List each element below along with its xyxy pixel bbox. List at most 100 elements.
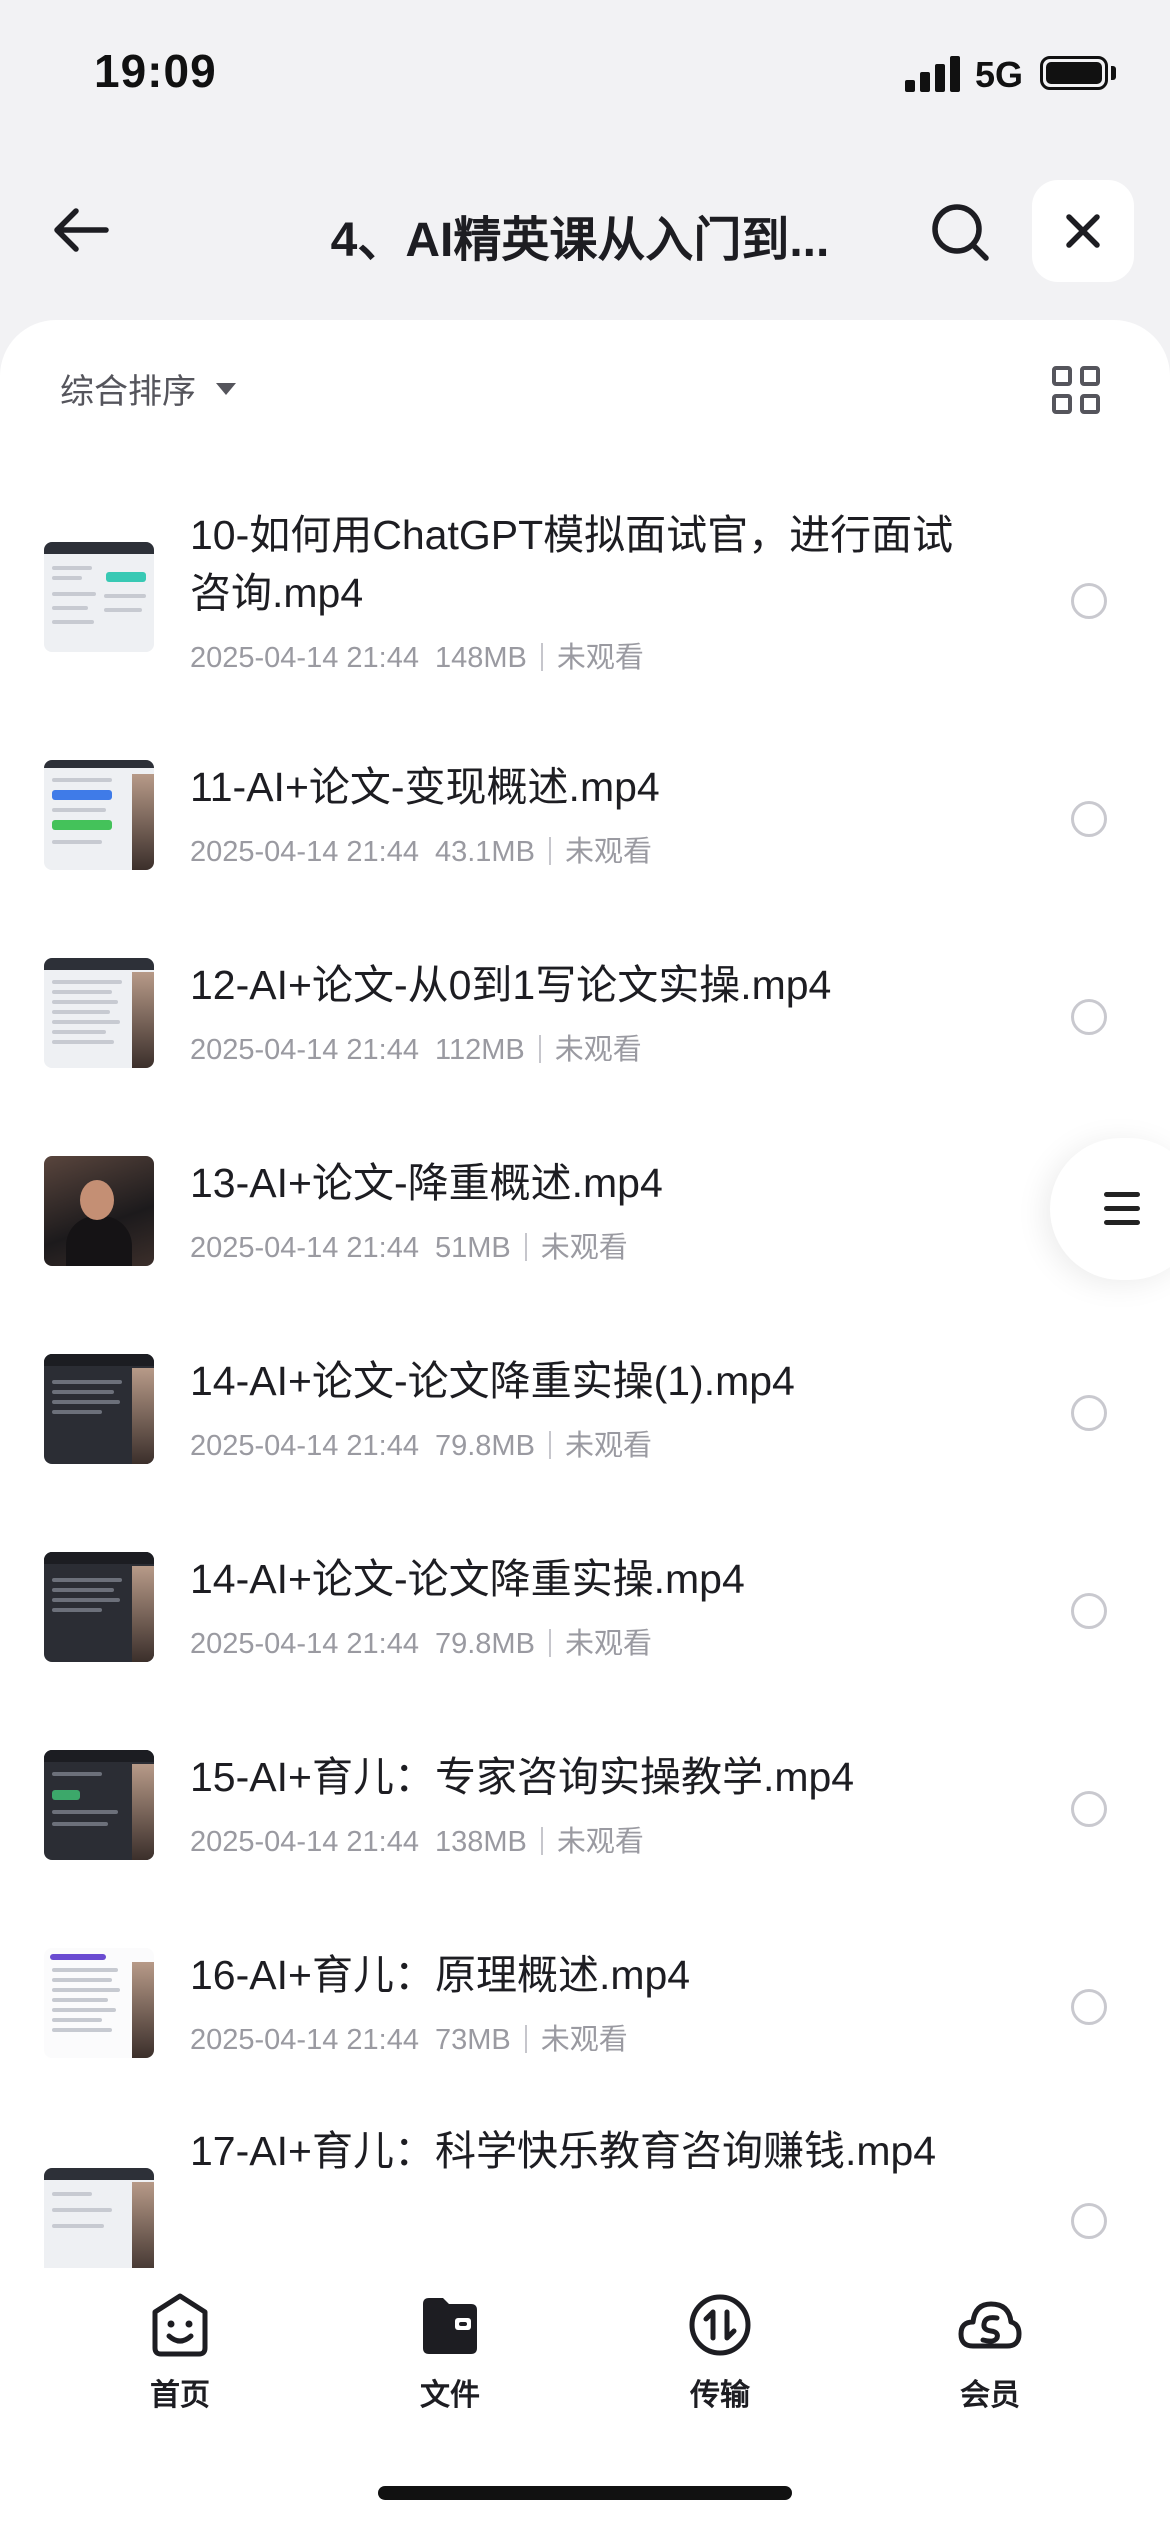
watch-status: 未观看 bbox=[540, 2024, 628, 2056]
file-row[interactable]: 15-AI+育儿：专家咨询实操教学.mp4 2025-04-14 21:44 13… bbox=[0, 1734, 1170, 1932]
file-row[interactable]: 14-AI+论文-论文降重实操(1).mp4 2025-04-14 21:44 7… bbox=[0, 1338, 1170, 1536]
search-button[interactable] bbox=[920, 192, 1000, 272]
network-type: 5G bbox=[975, 54, 1024, 95]
file-date: 2025-04-14 21:44 bbox=[190, 1232, 419, 1264]
close-button[interactable] bbox=[1032, 180, 1134, 282]
file-name: 17-AI+育儿：科学快乐教育咨询赚钱.mp4 bbox=[190, 2128, 937, 2174]
close-icon bbox=[1066, 214, 1100, 248]
file-meta: 2025-04-14 21:44 138MB 未观看 bbox=[190, 1818, 644, 1860]
tab-membership[interactable]: 会员 bbox=[910, 2292, 1070, 2412]
watch-status: 未观看 bbox=[556, 1826, 644, 1858]
watch-status: 未观看 bbox=[540, 1232, 628, 1264]
file-row[interactable]: 12-AI+论文-从0到1写论文实操.mp4 2025-04-14 21:44 1… bbox=[0, 942, 1170, 1140]
file-date: 2025-04-14 21:44 bbox=[190, 1430, 419, 1462]
file-size: 73MB bbox=[434, 2024, 511, 2056]
nav-bar: 4、AI精英课从入门到... bbox=[0, 170, 1170, 290]
video-thumbnail bbox=[44, 760, 154, 870]
file-name: 12-AI+论文-从0到1写论文实操.mp4 bbox=[190, 962, 832, 1008]
back-button[interactable] bbox=[40, 190, 120, 270]
file-date: 2025-04-14 21:44 bbox=[190, 2024, 419, 2056]
file-list: 10-如何用ChatGPT模拟面试官，进行面试咨询.mp4 2025-04-14… bbox=[0, 508, 1170, 2268]
transfer-icon bbox=[689, 2294, 751, 2356]
select-checkbox[interactable] bbox=[1071, 1989, 1107, 2025]
file-row[interactable]: 16-AI+育儿：原理概述.mp4 2025-04-14 21:44 73MB 未观… bbox=[0, 1932, 1170, 2130]
file-row[interactable]: 10-如何用ChatGPT模拟面试官，进行面试咨询.mp4 2025-04-14… bbox=[0, 508, 1170, 706]
video-thumbnail bbox=[44, 1750, 154, 1860]
file-size: 148MB bbox=[434, 642, 527, 674]
status-time: 19:09 bbox=[94, 45, 217, 97]
file-meta: 2025-04-14 21:44 79.8MB 未观看 bbox=[190, 1422, 652, 1464]
watch-status: 未观看 bbox=[564, 1430, 652, 1462]
file-meta: 2025-04-14 21:44 79.8MB 未观看 bbox=[190, 1620, 652, 1662]
select-checkbox[interactable] bbox=[1071, 999, 1107, 1035]
select-checkbox[interactable] bbox=[1071, 1395, 1107, 1431]
signal-icon bbox=[905, 56, 961, 92]
cloud-icon bbox=[958, 2301, 1022, 2349]
file-name: 14-AI+论文-论文降重实操(1).mp4 bbox=[190, 1358, 795, 1404]
watch-status: 未观看 bbox=[554, 1034, 642, 1066]
file-date: 2025-04-14 21:44 bbox=[190, 1628, 419, 1660]
file-size: 112MB bbox=[434, 1034, 525, 1066]
file-size: 43.1MB bbox=[434, 836, 535, 868]
file-size: 79.8MB bbox=[434, 1628, 535, 1660]
select-checkbox[interactable] bbox=[1071, 2203, 1107, 2239]
file-meta: 2025-04-14 21:44 148MB 未观看 bbox=[190, 634, 644, 676]
select-checkbox[interactable] bbox=[1071, 583, 1107, 619]
file-size: 51MB bbox=[434, 1232, 511, 1264]
list-toolbar: 综合排序 bbox=[0, 320, 1170, 460]
folder-icon bbox=[423, 2298, 477, 2354]
file-date: 2025-04-14 21:44 bbox=[190, 836, 419, 868]
file-name: 16-AI+育儿：原理概述.mp4 bbox=[190, 1952, 691, 1998]
file-meta: 2025-04-14 21:44 51MB 未观看 bbox=[190, 1224, 628, 1266]
sort-label: 综合排序 bbox=[60, 373, 196, 411]
tab-files[interactable]: 文件 bbox=[370, 2292, 530, 2412]
file-name: 15-AI+育儿：专家咨询实操教学.mp4 bbox=[190, 1754, 855, 1800]
file-row[interactable]: 14-AI+论文-论文降重实操.mp4 2025-04-14 21:44 79.8… bbox=[0, 1536, 1170, 1734]
video-thumbnail bbox=[44, 542, 154, 652]
file-name: 10-如何用ChatGPT模拟面试官，进行面试咨询.mp4 bbox=[190, 512, 954, 616]
file-name: 13-AI+论文-降重概述.mp4 bbox=[190, 1160, 663, 1206]
home-indicator bbox=[378, 2486, 792, 2500]
file-name: 14-AI+论文-论文降重实操.mp4 bbox=[190, 1556, 745, 1602]
arrow-left-icon bbox=[54, 208, 109, 252]
tab-label: 文件 bbox=[420, 2379, 480, 2412]
file-row[interactable]: 17-AI+育儿：科学快乐教育咨询赚钱.mp4 bbox=[0, 2128, 1170, 2268]
file-size: 79.8MB bbox=[434, 1430, 535, 1462]
select-checkbox[interactable] bbox=[1071, 801, 1107, 837]
select-checkbox[interactable] bbox=[1071, 1791, 1107, 1827]
file-size: 138MB bbox=[434, 1826, 527, 1858]
app-screen: 19:09 5G 4、AI精英课从入门到... 综合排序 10-如何用ChatG… bbox=[0, 0, 1170, 2532]
video-thumbnail bbox=[44, 1552, 154, 1662]
file-date: 2025-04-14 21:44 bbox=[190, 1826, 419, 1858]
file-meta: 2025-04-14 21:44 43.1MB 未观看 bbox=[190, 828, 652, 870]
tab-transfer[interactable]: 传输 bbox=[640, 2292, 800, 2412]
smile-icon bbox=[152, 2293, 208, 2357]
file-date: 2025-04-14 21:44 bbox=[190, 1034, 419, 1066]
tab-home[interactable]: 首页 bbox=[100, 2292, 260, 2412]
page-title: 4、AI精英课从入门到... bbox=[330, 214, 830, 267]
file-meta: 2025-04-14 21:44 73MB 未观看 bbox=[190, 2016, 628, 2058]
file-row[interactable]: 13-AI+论文-降重概述.mp4 2025-04-14 21:44 51MB 未观… bbox=[0, 1140, 1170, 1338]
tab-label: 传输 bbox=[690, 2379, 750, 2412]
file-meta: 2025-04-14 21:44 112MB 未观看 bbox=[190, 1026, 642, 1068]
video-thumbnail bbox=[44, 1354, 154, 1464]
video-thumbnail bbox=[44, 1948, 154, 2058]
file-date: 2025-04-14 21:44 bbox=[190, 642, 419, 674]
tab-label: 会员 bbox=[960, 2379, 1020, 2412]
status-bar: 19:09 5G bbox=[0, 0, 1170, 150]
video-thumbnail bbox=[44, 2168, 154, 2268]
video-thumbnail bbox=[44, 1156, 154, 1266]
select-checkbox[interactable] bbox=[1071, 1593, 1107, 1629]
battery-icon bbox=[1040, 56, 1108, 90]
file-row[interactable]: 11-AI+论文-变现概述.mp4 2025-04-14 21:44 43.1MB… bbox=[0, 744, 1170, 942]
watch-status: 未观看 bbox=[564, 1628, 652, 1660]
search-icon bbox=[932, 204, 989, 261]
file-sheet: 综合排序 10-如何用ChatGPT模拟面试官，进行面试咨询.mp4 2025-… bbox=[0, 320, 1170, 2532]
file-name: 11-AI+论文-变现概述.mp4 bbox=[190, 764, 660, 810]
watch-status: 未观看 bbox=[564, 836, 652, 868]
sort-dropdown[interactable]: 综合排序 bbox=[60, 364, 236, 413]
video-thumbnail bbox=[44, 958, 154, 1068]
tab-label: 首页 bbox=[150, 2379, 210, 2412]
watch-status: 未观看 bbox=[556, 642, 644, 674]
grid-view-icon[interactable] bbox=[1052, 366, 1100, 414]
